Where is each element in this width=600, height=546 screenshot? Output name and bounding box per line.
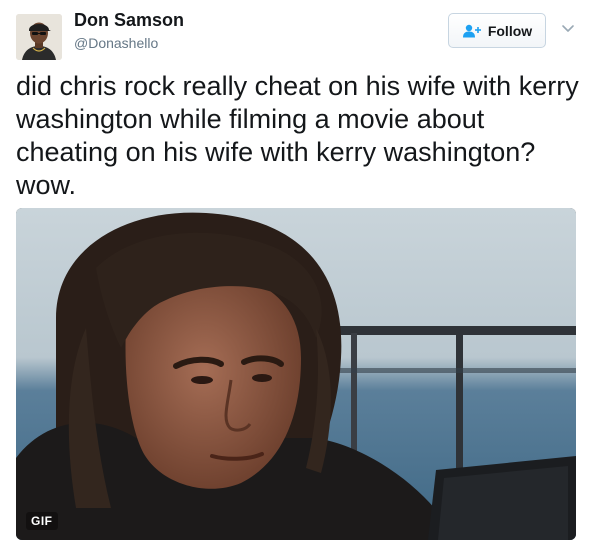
tweet-menu-button[interactable] [560, 20, 576, 36]
tweet-text: did chris rock really cheat on his wife … [16, 71, 579, 200]
author-name[interactable]: Don Samson [74, 10, 184, 31]
avatar[interactable] [16, 14, 62, 60]
gif-badge: GIF [26, 512, 58, 530]
gif-frame [16, 208, 576, 540]
chevron-down-icon [562, 25, 574, 32]
user-avatar-image [16, 14, 62, 60]
add-user-icon [462, 24, 481, 37]
tweet-card: Don Samson @Donashello Follow did chris … [0, 0, 600, 546]
gif-media[interactable]: GIF [16, 208, 576, 540]
follow-label: Follow [487, 22, 533, 39]
follow-button[interactable]: Follow [448, 13, 546, 48]
author-handle[interactable]: @Donashello [74, 35, 158, 51]
